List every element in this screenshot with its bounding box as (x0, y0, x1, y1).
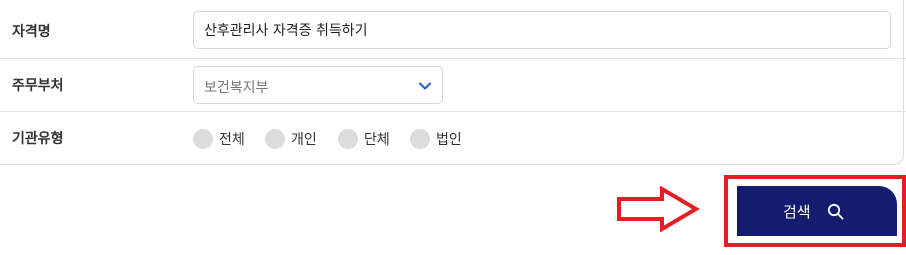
qualification-name-label: 자격명 (12, 24, 51, 40)
org-type-label: 기관유형 (12, 131, 64, 147)
radio-label: 단체 (364, 132, 390, 148)
qualification-name-input[interactable] (193, 11, 891, 49)
radio-button[interactable] (265, 129, 285, 149)
radio-button[interactable] (338, 129, 358, 149)
search-button-label: 검색 (783, 203, 811, 221)
row-divider (0, 58, 906, 59)
radio-label: 전체 (219, 132, 245, 148)
department-selected-value: 보건복지부 (204, 80, 269, 96)
department-select[interactable]: 보건복지부 (193, 66, 443, 104)
radio-button[interactable] (410, 129, 430, 149)
chevron-down-icon (418, 78, 432, 97)
radio-label: 개인 (291, 132, 317, 148)
right-arrow-icon (616, 185, 700, 236)
radio-label: 법인 (436, 132, 462, 148)
search-icon (827, 203, 844, 224)
row-divider (0, 111, 906, 112)
search-button[interactable]: 검색 (737, 186, 897, 236)
radio-button[interactable] (193, 129, 213, 149)
department-label: 주무부처 (12, 78, 64, 94)
